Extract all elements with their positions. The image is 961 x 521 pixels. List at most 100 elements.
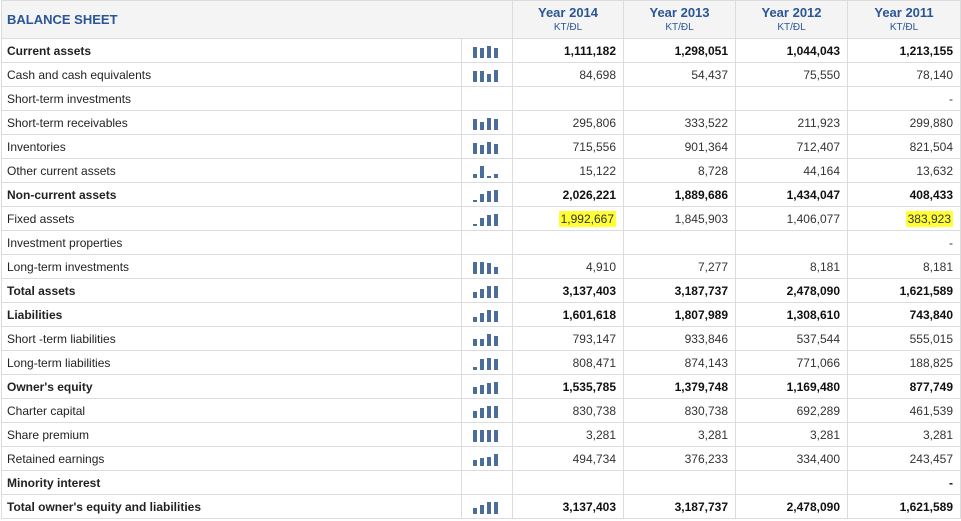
value-cell: 3,187,737	[623, 278, 737, 303]
mini-bar	[480, 261, 484, 274]
value-cell	[512, 470, 625, 495]
table-row: Charter capital 830,738 830,738 692,289 461,…	[1, 398, 961, 423]
mini-bar	[494, 143, 498, 154]
row-label: Investment properties	[1, 230, 462, 255]
mini-bar-chart-icon[interactable]	[472, 165, 502, 178]
value-cell	[623, 470, 737, 495]
mini-bar	[487, 141, 491, 154]
sheet-title: BALANCE SHEET	[0, 0, 514, 39]
value-cell: 793,147	[512, 326, 625, 351]
mini-bar	[473, 70, 477, 82]
value-cell: 874,143	[623, 350, 737, 375]
mini-bar	[487, 333, 491, 346]
mini-bar	[473, 118, 477, 130]
trend-chart-cell[interactable]	[460, 350, 514, 375]
value-cell: 537,544	[735, 326, 849, 351]
value-cell: 7,277	[623, 254, 737, 279]
value-cell: 1,406,077	[735, 206, 849, 231]
value-cell: 3,137,403	[512, 278, 625, 303]
mini-bar	[473, 223, 477, 226]
mini-bar-chart-icon[interactable]	[472, 309, 502, 322]
value-cell: 1,845,903	[623, 206, 737, 231]
mini-bar-chart-icon[interactable]	[472, 69, 502, 82]
mini-bar-chart-icon[interactable]	[472, 117, 502, 130]
value-cell: 1,434,047	[735, 182, 849, 207]
trend-chart-cell[interactable]	[460, 134, 514, 159]
value-cell: 376,233	[623, 446, 737, 471]
mini-bar-chart-icon[interactable]	[472, 453, 502, 466]
trend-chart-cell[interactable]	[460, 254, 514, 279]
mini-bar-chart-icon[interactable]	[472, 285, 502, 298]
mini-bar-chart-icon[interactable]	[472, 333, 502, 346]
table-row: Share premium 3,281 3,281 3,281 3,281	[1, 422, 961, 447]
mini-bar	[473, 386, 477, 394]
mini-bar	[480, 144, 484, 154]
value-cell: 333,522	[623, 110, 737, 135]
mini-bar-chart-icon[interactable]	[472, 213, 502, 226]
trend-chart-cell[interactable]	[460, 398, 514, 423]
trend-chart-cell[interactable]	[460, 326, 514, 351]
table-row: Current assets 1,111,182 1,298,051 1,044,04…	[1, 38, 961, 63]
value-cell: 1,992,667	[512, 206, 625, 231]
trend-chart-cell[interactable]	[460, 158, 514, 183]
value-cell: 15,122	[512, 158, 625, 183]
mini-bar	[494, 189, 498, 202]
trend-chart-cell[interactable]	[460, 278, 514, 303]
mini-bar-chart-icon[interactable]	[472, 381, 502, 394]
row-label: Long-term investments	[1, 254, 462, 279]
mini-bar	[480, 358, 484, 370]
mini-bar-chart-icon[interactable]	[472, 261, 502, 274]
trend-chart-cell[interactable]	[460, 206, 514, 231]
mini-bar-chart-icon[interactable]	[472, 501, 502, 514]
mini-bar	[487, 429, 491, 442]
value-cell: 1,169,480	[735, 374, 849, 399]
trend-chart-cell[interactable]	[460, 422, 514, 447]
mini-bar	[494, 405, 498, 418]
value-cell: 555,015	[847, 326, 961, 351]
year-header: Year 2011 KT/ĐL	[847, 0, 961, 39]
mini-bar-chart-icon[interactable]	[472, 429, 502, 442]
value-cell	[512, 86, 625, 111]
table-row: Short-term investments -	[1, 86, 961, 111]
value-cell: 715,556	[512, 134, 625, 159]
mini-bar	[494, 358, 498, 370]
trend-chart-cell[interactable]	[460, 62, 514, 87]
mini-bar	[487, 262, 491, 274]
trend-chart-cell[interactable]	[460, 38, 514, 63]
row-label: Non-current assets	[1, 182, 462, 207]
trend-chart-cell[interactable]	[460, 110, 514, 135]
trend-chart-cell[interactable]	[460, 494, 514, 519]
trend-chart-cell[interactable]	[460, 182, 514, 207]
mini-bar-chart-icon[interactable]	[472, 405, 502, 418]
row-label: Minority interest	[1, 470, 462, 495]
value-cell: 13,632	[847, 158, 961, 183]
year-header: Year 2012 KT/ĐL	[735, 0, 849, 39]
trend-chart-cell[interactable]	[460, 374, 514, 399]
value-cell: 877,749	[847, 374, 961, 399]
mini-bar	[480, 504, 484, 514]
mini-bar-chart-icon[interactable]	[472, 357, 502, 370]
value-cell: 1,379,748	[623, 374, 737, 399]
trend-chart-cell[interactable]	[460, 446, 514, 471]
value-cell: 933,846	[623, 326, 737, 351]
value-cell: 295,806	[512, 110, 625, 135]
mini-bar	[480, 384, 484, 394]
mini-bar	[494, 69, 498, 82]
value-cell: 299,880	[847, 110, 961, 135]
value-cell: 3,281	[847, 422, 961, 447]
value-cell: 771,066	[735, 350, 849, 375]
row-label: Liabilities	[1, 302, 462, 327]
mini-bar-chart-icon[interactable]	[472, 141, 502, 154]
value-cell: 2,478,090	[735, 278, 849, 303]
row-label: Other current assets	[1, 158, 462, 183]
value-cell: 3,281	[735, 422, 849, 447]
row-label: Cash and cash equivalents	[1, 62, 462, 87]
value-cell: 1,889,686	[623, 182, 737, 207]
trend-chart-cell[interactable]	[460, 302, 514, 327]
value-cell: 84,698	[512, 62, 625, 87]
mini-bar	[494, 266, 498, 274]
table-row: Cash and cash equivalents 84,698 54,437 75,…	[1, 62, 961, 87]
mini-bar-chart-icon[interactable]	[472, 45, 502, 58]
row-label: Total assets	[1, 278, 462, 303]
mini-bar-chart-icon[interactable]	[472, 189, 502, 202]
